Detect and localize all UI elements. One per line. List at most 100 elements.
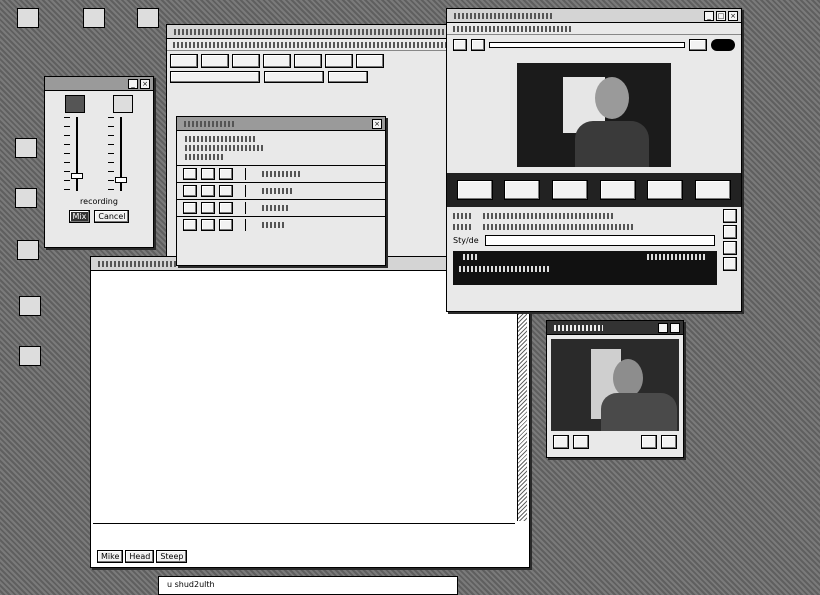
folder-icon (137, 8, 159, 28)
row-icon[interactable] (183, 185, 197, 197)
toolbar-button[interactable] (325, 54, 353, 68)
style-input[interactable] (484, 234, 715, 246)
desktop-icon[interactable] (8, 346, 52, 368)
toolbar-button[interactable] (201, 54, 229, 68)
list-item[interactable] (177, 182, 385, 199)
control-button[interactable] (695, 180, 732, 200)
desktop-icon[interactable] (6, 8, 50, 30)
minimize-icon[interactable]: _ (658, 322, 668, 333)
side-button[interactable] (723, 241, 737, 255)
row-icon[interactable] (219, 202, 233, 214)
close-icon[interactable]: × (372, 118, 382, 129)
small-video-button[interactable] (553, 435, 569, 449)
toolbar-button[interactable] (170, 54, 198, 68)
list-header (177, 131, 385, 165)
steep-button[interactable]: Steep (156, 550, 188, 563)
list-item[interactable] (177, 216, 385, 233)
mixer-titlebar[interactable]: _ × (45, 77, 153, 91)
desktop-icon[interactable] (4, 138, 48, 160)
close-icon[interactable]: × (670, 322, 680, 333)
toolbar-button[interactable] (356, 54, 384, 68)
title-dots (98, 260, 178, 267)
row-icon[interactable] (201, 168, 215, 180)
desktop-icon[interactable] (4, 188, 48, 210)
side-button[interactable] (723, 209, 737, 223)
toolbar-button[interactable] (294, 54, 322, 68)
program-icon (17, 240, 39, 260)
slider-thumb[interactable] (71, 173, 83, 179)
toolbar-button[interactable] (263, 54, 291, 68)
side-buttons (723, 209, 737, 271)
side-button[interactable] (723, 225, 737, 239)
toolbar-button[interactable] (232, 54, 260, 68)
list-item[interactable] (177, 165, 385, 182)
row-icon[interactable] (201, 202, 215, 214)
side-button[interactable] (723, 257, 737, 271)
menu-items[interactable] (453, 26, 573, 32)
list-titlebar[interactable]: × (177, 117, 385, 131)
tab-row (167, 71, 465, 83)
position-slider[interactable] (489, 42, 685, 48)
control-button[interactable] (599, 180, 636, 200)
row-icon[interactable] (201, 219, 215, 231)
row-icon[interactable] (201, 185, 215, 197)
video-titlebar[interactable]: _ □ × (447, 9, 741, 23)
row-text (262, 222, 284, 228)
row-icon[interactable] (219, 185, 233, 197)
minimize-icon[interactable]: _ (128, 78, 138, 89)
prev-button[interactable] (453, 39, 467, 51)
tab-select[interactable] (328, 71, 368, 83)
video-control-bar (447, 173, 741, 207)
program-icon (19, 296, 41, 316)
small-video-titlebar[interactable]: _ × (547, 321, 683, 335)
transport-row (447, 35, 741, 55)
cancel-button[interactable]: Cancel (94, 210, 130, 223)
mixer-mode-label: recording (80, 197, 118, 206)
header-line (185, 154, 225, 160)
row-icon[interactable] (183, 219, 197, 231)
menu-items[interactable] (173, 42, 459, 48)
head-button[interactable]: Head (125, 550, 155, 563)
header-line (185, 145, 265, 151)
row-icon[interactable] (183, 168, 197, 180)
small-video-button[interactable] (661, 435, 677, 449)
row-text (262, 171, 302, 177)
minimize-icon[interactable]: _ (704, 10, 714, 21)
title-dots (174, 28, 446, 35)
chat-input[interactable] (93, 523, 515, 539)
level-icon[interactable] (689, 39, 707, 51)
row-icon[interactable] (183, 202, 197, 214)
row-icon[interactable] (219, 219, 233, 231)
tab-select[interactable] (264, 71, 324, 83)
list-item[interactable] (177, 199, 385, 216)
input-slider[interactable] (108, 117, 134, 191)
close-icon[interactable]: × (728, 10, 738, 21)
small-video-button[interactable] (573, 435, 589, 449)
control-button[interactable] (647, 180, 684, 200)
output-slider[interactable] (64, 117, 90, 191)
control-button[interactable] (504, 180, 541, 200)
slider-thumb[interactable] (115, 177, 127, 183)
desktop-icon[interactable] (126, 8, 170, 30)
mixer-window: _ × recording Mix Cancel (44, 76, 154, 248)
close-icon[interactable]: × (140, 78, 150, 89)
mix-button[interactable]: Mix (68, 210, 91, 223)
maximize-icon[interactable]: □ (716, 10, 726, 21)
network-icon (83, 8, 105, 28)
desktop-icon[interactable] (72, 8, 116, 30)
info-line (483, 224, 633, 230)
desktop-icon[interactable] (8, 296, 52, 318)
small-video-button[interactable] (641, 435, 657, 449)
control-button[interactable] (552, 180, 589, 200)
play-button[interactable] (471, 39, 485, 51)
info-line (453, 213, 473, 219)
video-window: _ □ × Sty/de (446, 8, 742, 312)
video-info: Sty/de (447, 207, 741, 271)
title-dots (554, 324, 603, 331)
row-icon[interactable] (219, 168, 233, 180)
editor-titlebar[interactable]: × (167, 25, 465, 39)
control-button[interactable] (456, 180, 493, 200)
mike-button[interactable]: Mike (97, 550, 124, 563)
list-window: × (176, 116, 386, 266)
tab-select[interactable] (170, 71, 260, 83)
